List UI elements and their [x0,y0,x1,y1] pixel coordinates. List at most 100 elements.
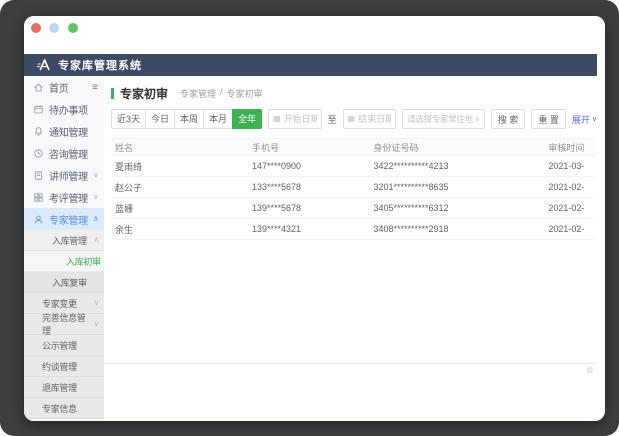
chevron-down-icon: ∨ [93,171,99,179]
column-header-audit-time: 审核时间 [548,141,597,154]
cell-id-number: 3405**********6312 [373,203,548,213]
reset-button[interactable]: 重 置 [531,109,566,129]
cell-id-number: 3201**********8635 [373,182,548,192]
residence-select[interactable]: 请选择专家常住地 ∨ [402,109,485,129]
sidebar-item-label: 专家变更 [42,297,77,310]
sidebar-item-label: 完善信息管理 [42,311,93,337]
table-row[interactable]: 蓝姗 139****5678 3405**********6312 2021-0… [111,198,597,219]
chevron-down-icon: ∨ [475,116,480,123]
cell-audit-time: 2021-02- [548,224,597,234]
quick-range-group: 近3天 今日 本周 本月 全年 [111,109,262,129]
card-bottom-divider [104,363,597,364]
breadcrumb-current: 专家初审 [227,87,263,100]
sidebar-item-label: 咨询管理 [49,146,88,161]
sidebar-item-info-mgmt[interactable]: 完善信息管理 ∨ [24,314,104,335]
sidebar-item-expert-info[interactable]: 专家信息 [24,398,104,419]
cell-phone: 139****4321 [252,224,374,234]
experts-table: 姓名 手机号 身份证号码 审核时间 夏雨绮 147****0900 3422**… [111,138,597,240]
calendar-icon: ▦ [273,115,281,123]
device-frame: 专家库管理系统 首页 ≡ 待办事项 通知管理 [0,0,619,436]
sidebar-item-lecturers[interactable]: 讲师管理 ∨ [24,164,104,186]
chevron-up-icon: ∧ [93,215,99,223]
bell-icon [33,126,44,137]
quick-range-last3days[interactable]: 近3天 [111,109,146,129]
sidebar-item-experts[interactable]: 专家管理 ∧ [24,208,104,230]
sidebar-item-todo[interactable]: 待办事项 [24,98,104,120]
table-row[interactable]: 夏雨绮 147****0900 3422**********4213 2021-… [111,156,597,177]
title-accent-bar [111,88,114,99]
sidebar-item-withdraw-mgmt[interactable]: 退库管理 [24,377,104,398]
table-row[interactable]: 余生 139****4321 3408**********2918 2021-0… [111,219,597,240]
sidebar-item-label: 考评管理 [49,190,88,205]
cell-audit-time: 2021-02- [548,203,597,213]
sidebar-item-label: 约谈管理 [42,360,77,373]
clock-icon [33,148,44,159]
sidebar-item-second-review[interactable]: 入库复审 [24,272,104,293]
sidebar-item-first-review[interactable]: 入库初审 [24,251,104,272]
start-date-input[interactable]: ▦ [268,109,322,129]
cell-name: 赵公子 [111,181,252,194]
chevron-up-icon: ∧ [93,236,99,244]
sidebar-item-label: 待办事项 [49,102,88,117]
select-placeholder: 请选择专家常住地 [407,113,473,125]
sidebar-item-label: 专家信息 [42,402,77,415]
cell-id-number: 3408**********2918 [373,224,548,234]
quick-range-this-week[interactable]: 本周 [174,109,204,129]
sidebar-item-home[interactable]: 首页 ≡ [24,76,104,98]
sidebar-item-consulting[interactable]: 咨询管理 [24,142,104,164]
cell-name: 夏雨绮 [111,160,252,173]
breadcrumb-separator: / [220,87,223,100]
sidebar-item-label: 入库复审 [52,276,87,289]
cell-phone: 133****5678 [252,182,374,192]
app-title: 专家库管理系统 [58,57,142,73]
quick-range-whole-year[interactable]: 全年 [232,109,262,129]
calendar-icon [33,104,44,115]
end-date-field[interactable] [358,114,391,124]
sidebar-item-label: 讲师管理 [49,168,88,183]
sidebar-item-label: 入库管理 [52,234,87,247]
app-logo-icon [37,59,52,71]
table-header-row: 姓名 手机号 身份证号码 审核时间 [111,138,597,156]
minimize-window-button[interactable] [49,23,59,33]
sidebar-item-interview-mgmt[interactable]: 约谈管理 [24,356,104,377]
sidebar-item-warehouse-mgmt[interactable]: 入库管理 ∧ [24,230,104,251]
start-date-field[interactable] [284,114,317,124]
expand-label: 展开 [572,113,590,126]
quick-range-this-month[interactable]: 本月 [203,109,233,129]
app-header: 专家库管理系统 [24,54,597,76]
cell-id-number: 3422**********4213 [373,161,548,171]
column-header-id-number: 身份证号码 [373,141,548,154]
chevron-down-icon: ∨ [93,193,99,201]
window-titlebar [24,16,605,54]
sidebar-item-assessment[interactable]: 考评管理 ∨ [24,186,104,208]
chevron-down-icon: ∨ [592,116,597,123]
expand-filters-link[interactable]: 展开 ∨ [572,113,597,126]
user-icon [33,214,44,225]
book-icon [33,170,44,181]
grid-icon [33,192,44,203]
cell-name: 余生 [111,223,252,236]
table-row[interactable]: 赵公子 133****5678 3201**********8635 2021-… [111,177,597,198]
sidebar-item-label: 退库管理 [42,381,77,394]
search-button[interactable]: 搜 索 [491,109,526,129]
cell-phone: 147****0900 [252,161,374,171]
breadcrumb: 专家初审 专家管理 / 专家初审 [111,84,597,102]
app-window: 专家库管理系统 首页 ≡ 待办事项 通知管理 [24,16,605,421]
sidebar-item-notifications[interactable]: 通知管理 [24,120,104,142]
end-date-input[interactable]: ▦ [343,109,397,129]
calendar-icon: ▦ [348,115,356,123]
sidebar-item-label: 通知管理 [49,124,88,139]
watermark-icon: ▥ [586,366,593,374]
cell-name: 蓝姗 [111,202,252,215]
quick-range-today[interactable]: 今日 [145,109,175,129]
date-range-separator: 至 [328,113,337,126]
filter-bar: 近3天 今日 本周 本月 全年 ▦ 至 ▦ [111,108,597,130]
collapse-sidebar-icon[interactable]: ≡ [92,82,98,93]
sidebar-item-publicity-mgmt[interactable]: 公示管理 [24,335,104,356]
breadcrumb-parent[interactable]: 专家管理 [180,87,216,100]
main-content: 专家初审 专家管理 / 专家初审 近3天 今日 本周 本月 全年 [104,76,597,421]
zoom-window-button[interactable] [68,23,78,33]
column-header-name: 姓名 [111,141,252,154]
sidebar-item-label: 首页 [49,80,68,95]
close-window-button[interactable] [31,23,41,33]
